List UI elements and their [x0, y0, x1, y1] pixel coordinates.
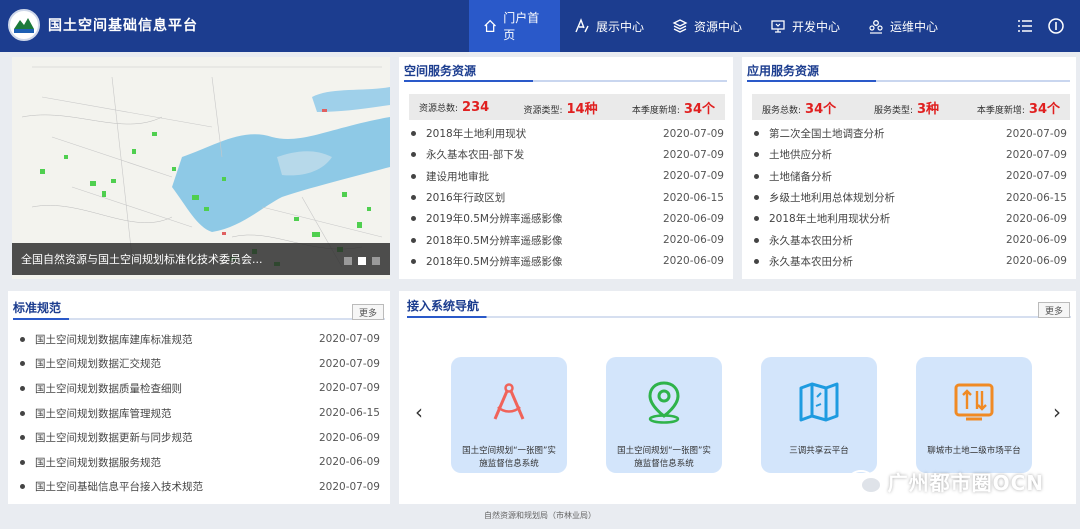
system-card-planning[interactable]: 国土空间规划“一张图”实施监督信息系统 [451, 357, 567, 473]
list-item[interactable]: 国土空间规划数据库建库标准规范 2020-07-09 [20, 327, 380, 352]
nav-label: 资源中心 [694, 19, 743, 34]
list-item[interactable]: 2018年土地利用现状 2020-07-09 [411, 123, 724, 144]
card-label: 三调共享云平台 [789, 446, 849, 456]
spatial-title: 空间服务资源 [404, 64, 477, 78]
list-item[interactable]: 永久基本农田分析 2020-06-09 [754, 251, 1067, 272]
slider-dots [344, 257, 380, 265]
standards-title: 标准规范 [13, 301, 62, 315]
list-item[interactable]: 国土空间基础信息平台接入技术规范 2020-07-09 [20, 475, 380, 500]
compass-icon [493, 383, 525, 420]
nav-label: 门户首页 [503, 11, 540, 42]
nav-label: 开发中心 [792, 19, 841, 34]
app-stats: 服务总数: 34个 服务类型: 3种 本季度新增: 34个 [752, 94, 1070, 120]
display-icon [575, 18, 589, 33]
list-item[interactable]: 乡级土地利用总体规划分析 2020-06-15 [754, 187, 1067, 208]
nav-item-dev[interactable]: 开发中心 [756, 0, 854, 52]
standards-list: 国土空间规划数据库建库标准规范 2020-07-09 国土空间规划数据汇交规范 20… [20, 327, 380, 499]
list-item[interactable]: 永久基本农田分析 2020-06-09 [754, 229, 1067, 250]
slider-dot[interactable] [344, 257, 352, 265]
stat-new: 本季度新增: 34个 [631, 101, 715, 117]
nav-item-home[interactable]: 门户首页 [469, 0, 560, 52]
systems-title: 接入系统导航 [407, 299, 480, 313]
app-list: 第二次全国土地调查分析 2020-07-09 土地供应分析 2020-07-09 土… [754, 123, 1067, 272]
nav-item-ops[interactable]: 运维中心 [854, 0, 952, 52]
menu-list-icon[interactable] [1016, 17, 1034, 35]
list-item[interactable]: 国土空间规划数据汇交规范 2020-07-09 [20, 352, 380, 377]
app-title: 国土空间基础信息平台 [48, 18, 198, 34]
list-item[interactable]: 建设用地审批 2020-07-09 [411, 166, 724, 187]
image-slider[interactable]: 全国自然资源与国土空间规划标准化技术委员会... [12, 57, 390, 279]
card-label: 国土空间规划“一张图”实施监督信息系统 [617, 446, 711, 469]
system-card-cloud[interactable]: 三调共享云平台 [761, 357, 877, 473]
map-pin-icon [648, 381, 680, 424]
info-icon[interactable] [1047, 17, 1065, 35]
list-item[interactable]: 国土空间规划数据库管理规范 2020-06-15 [20, 401, 380, 426]
system-card-market[interactable]: 聊城市土地二级市场平台 [916, 357, 1032, 473]
stat-types: 资源类型: 14种 [523, 101, 598, 117]
list-item[interactable]: 2018年0.5M分辨率遥感影像 2020-06-09 [411, 229, 724, 250]
stat-total: 资源总数: 234 [419, 99, 490, 115]
main-nav: 门户首页 展示中心 资源中心 开发中心 运维中心 [469, 0, 952, 52]
systems-more-button[interactable]: 更多 [1038, 302, 1070, 318]
section-underline [13, 318, 385, 320]
nav-item-resources[interactable]: 资源中心 [658, 0, 756, 52]
nav-label: 展示中心 [596, 19, 645, 34]
nav-label: 运维中心 [890, 19, 939, 34]
footer-text: 自然资源和规划局（市林业局） [484, 511, 596, 520]
slider-dot-active[interactable] [358, 257, 366, 265]
slider-caption[interactable]: 全国自然资源与国土空间规划标准化技术委员会... [12, 243, 390, 275]
stat-new: 本季度新增: 34个 [976, 101, 1060, 117]
card-label: 聊城市土地二级市场平台 [927, 446, 1021, 456]
list-item[interactable]: 2019年0.5M分辨率遥感影像 2020-06-09 [411, 208, 724, 229]
list-item[interactable]: 土地储备分析 2020-07-09 [754, 166, 1067, 187]
wechat-icon [847, 469, 882, 494]
standards-more-button[interactable]: 更多 [352, 304, 384, 320]
home-icon [484, 19, 496, 32]
platform-logo [8, 9, 40, 41]
slider-caption-text: 全国自然资源与国土空间规划标准化技术委员会... [21, 253, 263, 266]
list-item[interactable]: 国土空间规划数据服务规范 2020-06-09 [20, 450, 380, 475]
system-card-supervision[interactable]: 国土空间规划“一张图”实施监督信息系统 [606, 357, 722, 473]
spatial-stats: 资源总数: 234 资源类型: 14种 本季度新增: 34个 [409, 94, 725, 120]
watermark-text: 广州都市圈OCN [887, 471, 1044, 495]
watermark: 广州都市圈OCN [847, 467, 1044, 496]
list-item[interactable]: 国土空间规划数据更新与同步规范 2020-06-09 [20, 425, 380, 450]
list-item[interactable]: 第二次全国土地调查分析 2020-07-09 [754, 123, 1067, 144]
list-item[interactable]: 2018年土地利用现状分析 2020-06-09 [754, 208, 1067, 229]
nav-item-display[interactable]: 展示中心 [560, 0, 658, 52]
monitor-icon [771, 20, 785, 33]
app-title-label: 应用服务资源 [747, 64, 820, 78]
section-underline [747, 80, 1070, 82]
list-item[interactable]: 2016年行政区划 2020-06-15 [411, 187, 724, 208]
spatial-list: 2018年土地利用现状 2020-07-09 永久基本农田-部下发 2020-07-… [411, 123, 724, 272]
carousel-next-button[interactable]: › [1053, 400, 1061, 424]
top-nav-bar: 国土空间基础信息平台 门户首页 展示中心 资源中心 开发中心 运维中心 [0, 0, 1080, 52]
section-underline [404, 80, 727, 82]
list-item[interactable]: 土地供应分析 2020-07-09 [754, 144, 1067, 165]
folded-map-icon [799, 382, 839, 422]
carousel-prev-button[interactable]: ‹ [415, 400, 423, 424]
layers-icon [672, 19, 688, 33]
card-label: 国土空间规划“一张图”实施监督信息系统 [462, 446, 556, 469]
users-icon [869, 20, 883, 34]
list-item[interactable]: 2018年0.5M分辨率遥感影像 2020-06-09 [411, 251, 724, 272]
stat-total: 服务总数: 34个 [762, 101, 837, 117]
list-item[interactable]: 国土空间规划数据质量检查细则 2020-07-09 [20, 376, 380, 401]
section-underline [407, 316, 1071, 318]
market-icon [954, 383, 994, 421]
list-item[interactable]: 永久基本农田-部下发 2020-07-09 [411, 144, 724, 165]
stat-types: 服务类型: 3种 [873, 101, 940, 117]
slider-dot[interactable] [372, 257, 380, 265]
